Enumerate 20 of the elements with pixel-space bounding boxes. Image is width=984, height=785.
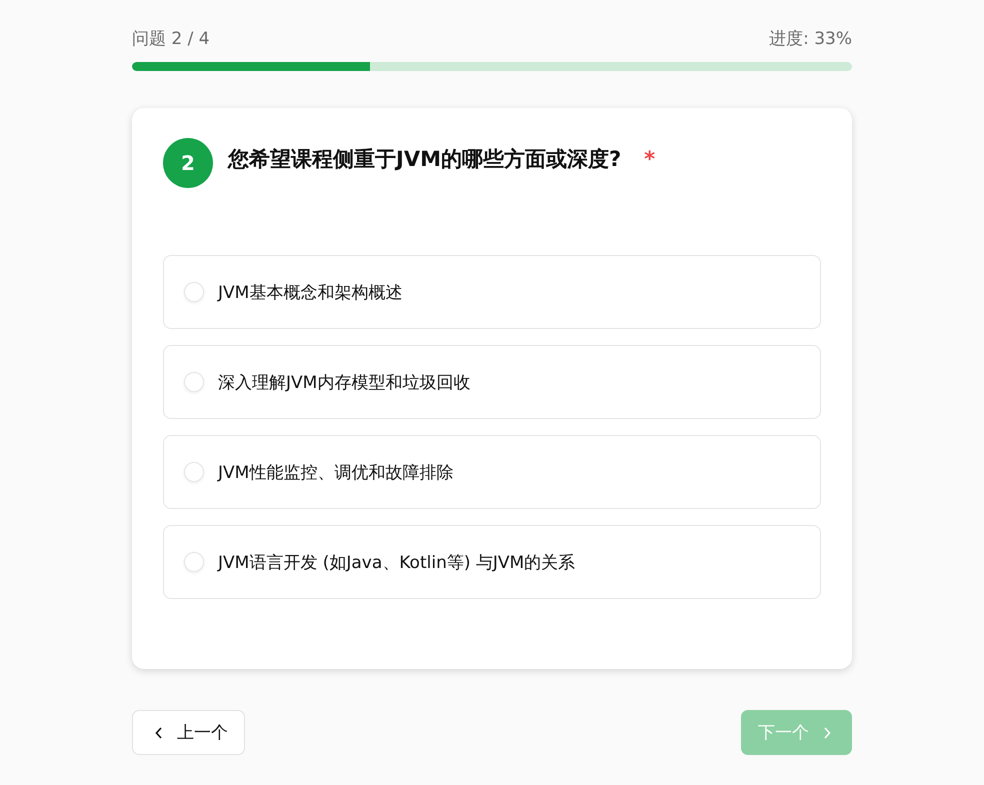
progress-reading: 进度: 33%: [769, 28, 852, 50]
radio-button[interactable]: [184, 552, 204, 572]
chevron-left-icon: [155, 726, 163, 738]
option-label: 深入理解JVM内存模型和垃圾回收: [218, 372, 470, 394]
option-item[interactable]: 深入理解JVM内存模型和垃圾回收: [163, 345, 821, 419]
option-item[interactable]: JVM性能监控、调优和故障排除: [163, 435, 821, 509]
option-label: JVM性能监控、调优和故障排除: [218, 462, 454, 484]
chevron-right-icon: [823, 726, 831, 738]
radio-button[interactable]: [184, 372, 204, 392]
question-counter: 问题 2 / 4: [132, 28, 210, 50]
previous-button[interactable]: 上一个: [132, 710, 245, 755]
radio-button[interactable]: [184, 282, 204, 302]
radio-button[interactable]: [184, 462, 204, 482]
option-item[interactable]: JVM基本概念和架构概述: [163, 255, 821, 329]
required-mark: *: [644, 147, 656, 171]
option-label: JVM语言开发 (如Java、Kotlin等) 与JVM的关系: [218, 552, 576, 574]
question-title: 您希望课程侧重于JVM的哪些方面或深度?: [228, 146, 622, 173]
option-label: JVM基本概念和架构概述: [218, 282, 402, 304]
option-item[interactable]: JVM语言开发 (如Java、Kotlin等) 与JVM的关系: [163, 525, 821, 599]
question-number: 2: [163, 138, 213, 188]
